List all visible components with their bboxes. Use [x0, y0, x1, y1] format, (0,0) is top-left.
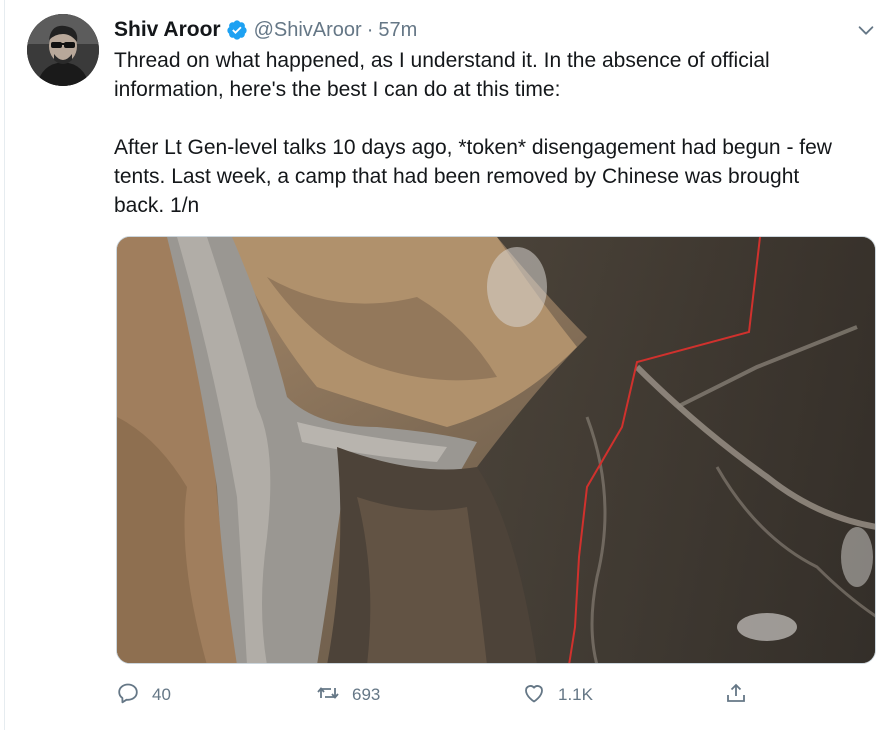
- reply-button[interactable]: 40: [116, 682, 171, 708]
- like-icon: [522, 681, 546, 710]
- author-handle[interactable]: @ShivAroor: [254, 19, 362, 42]
- satellite-map-image: [117, 237, 875, 663]
- retweet-count: 693: [352, 685, 381, 704]
- chevron-down-icon[interactable]: [855, 19, 877, 41]
- reply-count: 40: [152, 685, 171, 704]
- tweet-actions: 40 693 1.1K: [114, 682, 874, 708]
- author-name[interactable]: Shiv Aroor: [114, 18, 221, 42]
- avatar-image: [27, 14, 99, 86]
- like-button[interactable]: 1.1K: [522, 682, 593, 708]
- retweet-icon: [316, 681, 340, 710]
- tweet-text: Thread on what happened, as I understand…: [114, 46, 854, 220]
- tweet-timestamp[interactable]: 57m: [378, 19, 417, 42]
- tweet-header: Shiv Aroor @ShivAroor · 57m: [114, 16, 417, 44]
- tweet-paragraph: Thread on what happened, as I understand…: [114, 49, 770, 101]
- avatar[interactable]: [27, 14, 99, 86]
- header-separator: ·: [366, 18, 374, 41]
- share-button[interactable]: [724, 682, 748, 708]
- share-icon: [724, 681, 748, 710]
- tweet-image[interactable]: [116, 236, 876, 664]
- timeline-divider: [4, 0, 5, 730]
- verified-badge-icon: [226, 19, 248, 41]
- retweet-button[interactable]: 693: [316, 682, 380, 708]
- reply-icon: [116, 681, 140, 710]
- tweet-paragraph: After Lt Gen-level talks 10 days ago, *t…: [114, 136, 832, 217]
- like-count: 1.1K: [558, 685, 593, 704]
